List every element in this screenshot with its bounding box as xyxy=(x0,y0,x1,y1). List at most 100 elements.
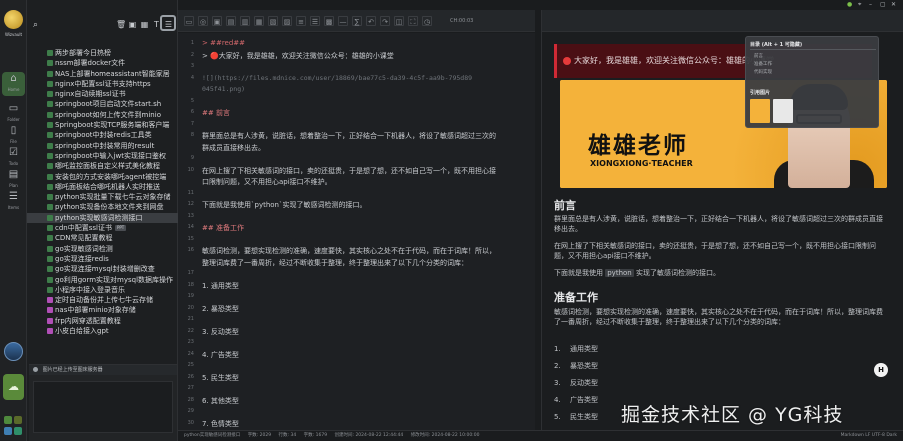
image-icon[interactable]: ▧ xyxy=(268,15,278,26)
tree-item[interactable]: python实现批量下载七牛云对象存储 xyxy=(27,192,178,202)
window-controls: ● ⌖ – ▢ ✕ xyxy=(847,2,897,8)
rail-plan[interactable]: ▤ Plan xyxy=(0,168,27,188)
line-number: 29 xyxy=(187,408,194,414)
line-number: 16 xyxy=(187,247,194,253)
pin-icon[interactable]: ⌖ xyxy=(858,2,864,8)
toc-item[interactable]: 前言 xyxy=(754,53,763,59)
redo-icon[interactable]: ↷ xyxy=(380,15,390,26)
list-ol-icon[interactable]: ☰ xyxy=(310,15,320,26)
cloud-upload-icon[interactable]: ☁ xyxy=(3,374,24,400)
close-icon[interactable]: ✕ xyxy=(891,2,897,8)
tree-item[interactable]: 哪吒面板结合哪吒机器人实时推送 xyxy=(27,182,178,192)
avatar[interactable] xyxy=(4,342,23,361)
tree-item[interactable]: nginx中配置ssl证书支持https xyxy=(27,79,178,89)
code-area[interactable]: > ##red## > 🔴大家好，我是雄雄，欢迎关注微信公众号：雄雄的小课堂 ![]… xyxy=(202,33,535,430)
hr-icon[interactable]: — xyxy=(338,15,348,26)
sync-icon[interactable] xyxy=(4,416,12,424)
tree-item[interactable]: springboot中封装常用的result xyxy=(27,141,178,151)
help-badge-icon[interactable]: H xyxy=(874,363,888,377)
search-icon[interactable]: ⌕ xyxy=(33,20,45,30)
task-icon[interactable]: ▩ xyxy=(324,15,334,26)
tree-item[interactable]: 小皮白给接入gpt xyxy=(27,326,178,336)
math-icon[interactable]: ∑ xyxy=(352,15,362,26)
tree-item[interactable]: nas中部署minio对象存储 xyxy=(27,305,178,315)
tree-item[interactable]: springboot中输入jwt实现接口鉴权 xyxy=(27,151,178,161)
tree-item-label: nginx自动续期ssl证书 xyxy=(55,90,126,99)
tree-item[interactable]: nginx自动续期ssl证书 xyxy=(27,89,178,99)
upload-drop-area[interactable] xyxy=(33,381,173,433)
grid-icon[interactable]: ▦ xyxy=(140,20,149,29)
tree-item[interactable]: 安装包的方式安装哪吒agent被控端 xyxy=(27,172,178,182)
tree-item[interactable]: cdn中配置ssl证书 PPT xyxy=(27,223,178,233)
italic-icon[interactable]: ◎ xyxy=(198,15,208,26)
code-line: ![](https://files.mdnice.com/user/18869/… xyxy=(202,73,473,82)
trash-icon[interactable]: 🗑 xyxy=(116,20,126,29)
expand-frame-icon[interactable] xyxy=(160,15,176,31)
rail-todo[interactable]: ☑ Todo xyxy=(0,146,27,166)
fullscreen-icon[interactable]: ⛶ xyxy=(408,15,418,26)
preview-toggle-icon[interactable]: ◫ xyxy=(394,15,404,26)
tree-item[interactable]: 小程序中接入登录音乐 xyxy=(27,285,178,295)
table-icon[interactable]: ▨ xyxy=(282,15,292,26)
tree-item[interactable]: go利用gorm实现对mysql数据库操作 xyxy=(27,275,178,285)
tree-item[interactable]: springboot中封装redis工具类 xyxy=(27,130,178,140)
rail-items[interactable]: ☰ Items xyxy=(0,190,27,210)
preview-heading-intro: 前言 xyxy=(554,199,576,212)
wechat-icon[interactable] xyxy=(14,427,22,435)
rail-home[interactable]: ⌂ Home xyxy=(2,72,25,96)
tree-item-label: 定时自动备份并上传七牛云存储 xyxy=(55,296,153,305)
toc-item[interactable]: 代码实现 xyxy=(754,69,772,75)
red-dot-icon xyxy=(563,56,571,65)
tree-item[interactable]: CDN常见配置教程 xyxy=(27,233,178,243)
line-number: 22 xyxy=(187,327,194,334)
new-file-icon[interactable]: ▣ xyxy=(128,20,137,29)
status-lines: 行数: 34 xyxy=(278,433,297,438)
home-icon: ⌂ xyxy=(10,73,17,84)
undo-icon[interactable]: ↶ xyxy=(366,15,376,26)
line-number: 5 xyxy=(190,97,194,104)
ref-image-thumb[interactable] xyxy=(773,99,793,123)
code-line: 下面就是我使用`python`实现了敏感词检测的接口。 xyxy=(202,201,367,209)
bold-icon[interactable]: ▭ xyxy=(184,15,194,26)
tree-item[interactable]: nssm部署docker文件 xyxy=(27,58,178,68)
tree-item[interactable]: go实现连接mysql封装增删改查 xyxy=(27,264,178,274)
rail-folder[interactable]: ▭ Folder xyxy=(0,102,27,122)
link-icon[interactable]: ▦ xyxy=(254,15,264,26)
toc-item[interactable]: 准备工作 xyxy=(754,61,772,67)
tree-item[interactable]: 哪吒监控面板自定义样式美化教程 xyxy=(27,161,178,171)
tree-item[interactable]: NAS上部署homeassistant智能家居 xyxy=(27,69,178,79)
line-gutter: 1 2 3 4 5 6 7 8 9 10 11 12 13 14 15 16 17 18 19 20 21 22 23 24 2… xyxy=(178,33,198,430)
tree-item[interactable]: 定时自动备份并上传七牛云存储 xyxy=(27,295,178,305)
markdown-editor[interactable]: 1 2 3 4 5 6 7 8 9 10 11 12 13 14 15 16 17 18 19 20 21 22 23 24 2… xyxy=(178,33,535,430)
chat-icon[interactable] xyxy=(4,427,12,435)
toc-ref-title: 引用图片 xyxy=(750,90,771,96)
rail-home-label: Home xyxy=(7,87,20,92)
code-line: 敏感词检测，要想实现检测的准确，速度要快，其实核心之处不在于代码，而在于词库！所… xyxy=(202,247,496,255)
tree-item-label: frp内网穿透配置教程 xyxy=(55,316,121,325)
tree-item[interactable]: python实现敏感词检测接口 xyxy=(27,212,178,224)
tree-item[interactable]: springboot如何上传文件到minio xyxy=(27,110,178,120)
code-icon[interactable]: ▥ xyxy=(240,15,250,26)
line-number: 2 xyxy=(190,51,194,58)
tree-item[interactable]: frp内网穿透配置教程 xyxy=(27,316,178,326)
rail-file[interactable]: ▯ File xyxy=(0,124,27,144)
heading-icon[interactable]: ▣ xyxy=(212,15,222,26)
minimize-icon[interactable]: – xyxy=(869,2,875,8)
banner-subtitle: XIONGXIONG·TEACHER xyxy=(590,159,693,168)
settings-icon[interactable] xyxy=(14,416,22,424)
tree-item[interactable]: Springboot实现TCP服务端和客户端 xyxy=(27,120,178,130)
tree-item[interactable]: springboot项目启动文件start.sh xyxy=(27,99,178,109)
ref-image-thumb[interactable] xyxy=(750,99,770,123)
tree-item[interactable]: go实现连接redis xyxy=(27,254,178,264)
code-line: 045f41.png) xyxy=(202,85,246,93)
maximize-icon[interactable]: ▢ xyxy=(880,2,886,8)
list-ul-icon[interactable]: ≡ xyxy=(296,15,306,26)
tree-item[interactable]: python实现备份本地文件夹到网盘 xyxy=(27,202,178,212)
quote-icon[interactable]: ▤ xyxy=(226,15,236,26)
timer-icon[interactable]: ◷ xyxy=(422,15,432,26)
tree-item[interactable]: 两步部署今日热榜 xyxy=(27,48,178,58)
code-line: 群成员直接移出去。 xyxy=(202,143,265,152)
code-line: 4. 广告类型 xyxy=(202,350,239,359)
preview-list-item: 1. 通用类型 xyxy=(554,344,598,354)
tree-item[interactable]: go实现敏感词检测 xyxy=(27,244,178,254)
